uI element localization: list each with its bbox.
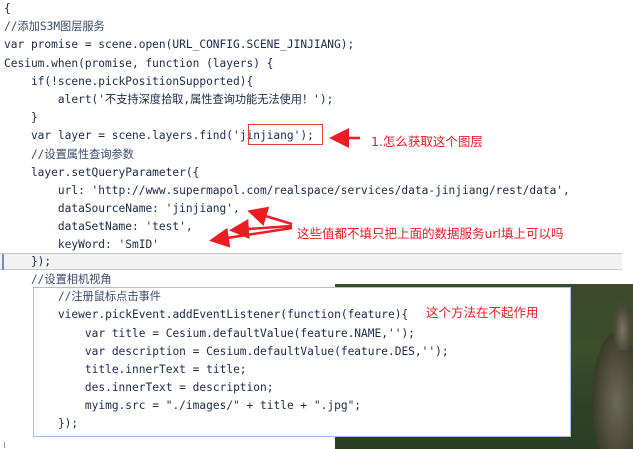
code-comment-line-cut: //设置相机视角 bbox=[4, 273, 112, 284]
scene-terrain-feature bbox=[612, 300, 633, 350]
code-line: var promise = scene.open(URL_CONFIG.SCEN… bbox=[4, 38, 355, 51]
code-line: alert('不支持深度拾取,属性查询功能无法使用！'); bbox=[4, 93, 334, 106]
code-line: myimg.src = "./images/" + title + ".jpg"… bbox=[31, 399, 362, 412]
code-line: dataSetName: 'test', bbox=[4, 220, 193, 233]
code-line: title.innerText = title; bbox=[31, 363, 247, 376]
code-line: url: 'http://www.supermapol.com/realspac… bbox=[4, 184, 570, 197]
code-comment-line: //添加S3M图层服务 bbox=[4, 20, 105, 33]
code-line: }); bbox=[31, 417, 79, 430]
code-line: { bbox=[4, 2, 11, 15]
annotation-method-not-working: 这个方法在不起作用 bbox=[426, 305, 539, 320]
code-line: layer.setQueryParameter({ bbox=[4, 166, 200, 179]
code-line: viewer.pickEvent.addEventListener(functi… bbox=[31, 308, 409, 321]
code-line: var description = Cesium.defaultValue(fe… bbox=[31, 345, 449, 358]
code-comment-line: //设置属性查询参数 bbox=[4, 148, 134, 161]
code-line: dataSourceName: 'jinjiang', bbox=[4, 202, 240, 215]
annotation-values-question: 这些值都不填只把上面的数据服务url填上可以吗 bbox=[297, 226, 564, 241]
code-line: }); bbox=[4, 255, 52, 268]
code-line: Cesium.when(promise, function (layers) { bbox=[4, 57, 274, 70]
text-cursor bbox=[4, 442, 5, 448]
code-line: } bbox=[4, 111, 38, 124]
code-line: if(!scene.pickPositionSupported){ bbox=[4, 75, 254, 88]
code-line: des.innerText = description; bbox=[31, 381, 274, 394]
code-comment-line: //注册鼠标点击事件 bbox=[31, 290, 161, 303]
code-line: var title = Cesium.defaultValue(feature.… bbox=[31, 327, 415, 340]
annotation-get-layer: 1.怎么获取这个图层 bbox=[371, 134, 483, 149]
current-line-highlight bbox=[0, 253, 622, 270]
code-line: keyWord: 'SmID' bbox=[4, 238, 159, 251]
layer-name-highlight-box bbox=[248, 124, 323, 145]
